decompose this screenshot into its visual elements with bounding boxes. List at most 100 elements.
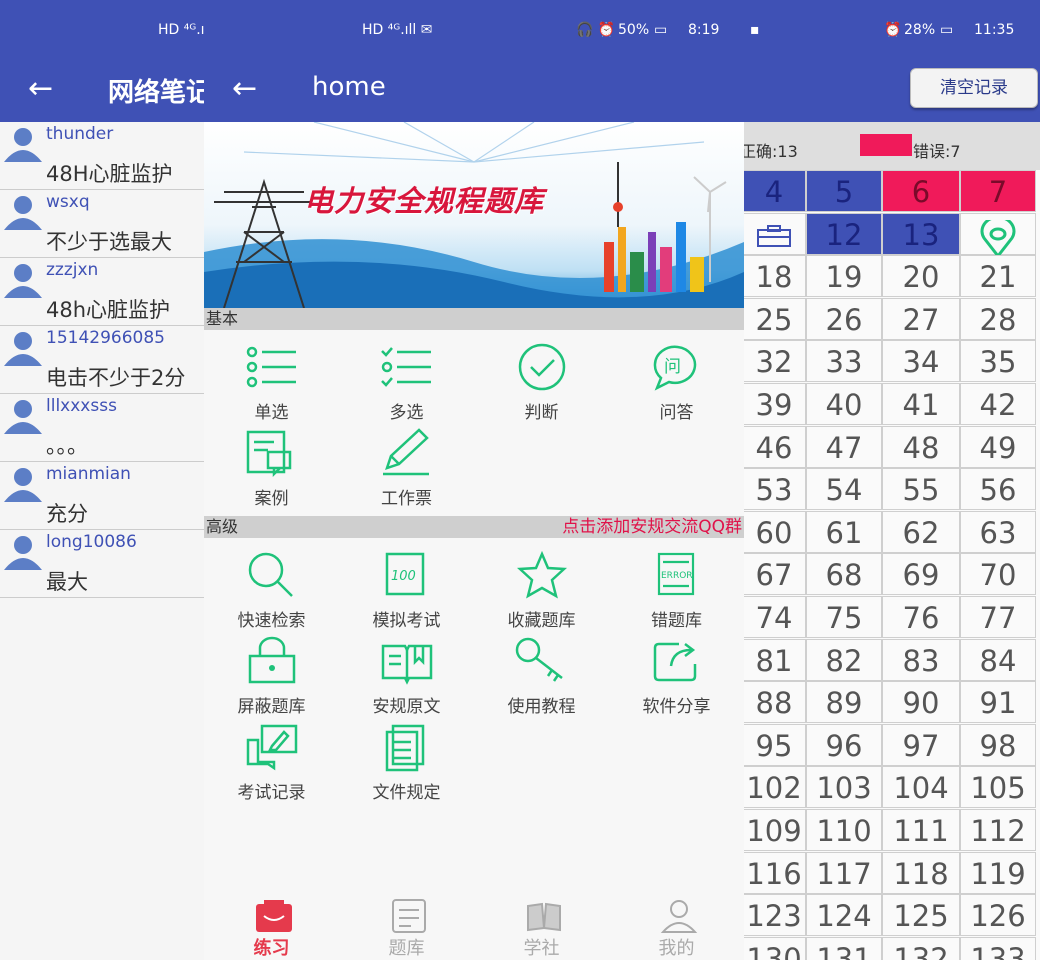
question-cell[interactable]: 75 <box>806 596 882 638</box>
list-item[interactable]: mianmian 充分 <box>0 462 204 530</box>
tile-tutorial[interactable]: 使用教程 <box>474 630 609 717</box>
tile-exam-records[interactable]: 考试记录 <box>204 716 339 803</box>
question-cell[interactable]: 125 <box>882 894 960 937</box>
list-item[interactable]: wsxq 不少于选最大 <box>0 190 204 258</box>
question-cell[interactable]: 133 <box>960 936 1036 960</box>
question-cell[interactable]: 119 <box>960 851 1036 894</box>
question-cell[interactable]: 105 <box>960 766 1036 809</box>
question-cell[interactable]: 97 <box>882 723 960 766</box>
question-cell[interactable]: 49 <box>960 425 1036 468</box>
question-cell[interactable]: 39 <box>744 383 806 425</box>
question-cell[interactable]: 19 <box>806 255 882 298</box>
back-arrow-icon[interactable]: ← <box>232 74 257 104</box>
list-item[interactable]: lllxxxsss 。。。 <box>0 394 204 462</box>
tile-quick-search[interactable]: 快速检索 <box>204 544 339 631</box>
list-item[interactable]: long10086 最大 <box>0 530 204 598</box>
question-cell[interactable]: 63 <box>960 510 1036 553</box>
tab-profile[interactable]: 我的 <box>609 890 744 960</box>
question-cell[interactable]: 62 <box>882 510 960 553</box>
question-cell[interactable]: 34 <box>882 340 960 383</box>
tile-regulations[interactable]: 文件规定 <box>339 716 474 803</box>
qq-group-link[interactable]: 点击添加安规交流QQ群 <box>562 516 742 538</box>
question-cell[interactable]: 74 <box>744 596 806 638</box>
question-cell[interactable]: 69 <box>882 553 960 596</box>
question-cell[interactable]: 123 <box>744 894 806 937</box>
question-cell[interactable]: 111 <box>882 809 960 851</box>
question-cell[interactable]: 56 <box>960 468 1036 511</box>
question-cell[interactable]: 83 <box>882 638 960 681</box>
tab-practice[interactable]: 练习 <box>204 890 339 960</box>
question-cell[interactable]: 68 <box>806 553 882 596</box>
question-cell[interactable]: 48 <box>882 425 960 468</box>
question-cell[interactable]: 4 <box>744 170 806 212</box>
question-cell[interactable]: 118 <box>882 851 960 894</box>
tab-community[interactable]: 学社 <box>474 890 609 960</box>
question-cell[interactable]: 84 <box>960 638 1036 681</box>
question-cell[interactable]: 126 <box>960 894 1036 937</box>
question-cell[interactable]: 20 <box>882 255 960 298</box>
question-cell[interactable]: 27 <box>882 297 960 340</box>
question-cell[interactable]: 130 <box>744 936 806 960</box>
question-cell[interactable]: 116 <box>744 851 806 894</box>
question-cell[interactable]: 5 <box>806 170 882 212</box>
question-cell[interactable]: 132 <box>882 936 960 960</box>
question-cell[interactable]: 91 <box>960 681 1036 724</box>
question-cell[interactable]: 13 <box>882 212 960 255</box>
question-cell[interactable]: 54 <box>806 468 882 511</box>
question-cell[interactable]: 53 <box>744 468 806 511</box>
question-cell[interactable]: 110 <box>806 809 882 851</box>
question-cell[interactable]: 109 <box>744 809 806 851</box>
question-cell[interactable]: 28 <box>960 297 1036 340</box>
question-cell[interactable]: 32 <box>744 340 806 383</box>
question-cell[interactable]: 81 <box>744 638 806 681</box>
list-item[interactable]: thunder 48H心脏监护 <box>0 122 204 190</box>
banner-image[interactable]: 电力安全规程题库 <box>204 122 744 308</box>
question-cell[interactable]: 103 <box>806 766 882 809</box>
tile-work-ticket[interactable]: 工作票 <box>339 422 474 509</box>
question-cell[interactable]: 96 <box>806 723 882 766</box>
list-item[interactable]: zzzjxn 48h心脏监护 <box>0 258 204 326</box>
tile-share[interactable]: 软件分享 <box>609 630 744 717</box>
question-cell[interactable]: 18 <box>744 255 806 298</box>
question-cell[interactable]: 41 <box>882 383 960 425</box>
question-cell[interactable]: 60 <box>744 510 806 553</box>
question-cell[interactable] <box>744 212 806 255</box>
clear-records-button[interactable]: 清空记录 <box>910 68 1038 108</box>
question-cell[interactable]: 33 <box>806 340 882 383</box>
question-cell[interactable]: 12 <box>806 212 882 255</box>
question-cell[interactable]: 124 <box>806 894 882 937</box>
question-cell[interactable]: 98 <box>960 723 1036 766</box>
tile-mock-exam[interactable]: 100 模拟考试 <box>339 544 474 631</box>
question-cell[interactable]: 112 <box>960 809 1036 851</box>
question-cell[interactable]: 21 <box>960 255 1036 298</box>
question-cell[interactable]: 55 <box>882 468 960 511</box>
question-cell[interactable]: 61 <box>806 510 882 553</box>
question-cell[interactable]: 70 <box>960 553 1036 596</box>
tile-case[interactable]: 案例 <box>204 422 339 509</box>
question-cell[interactable]: 26 <box>806 297 882 340</box>
question-cell[interactable]: 7 <box>960 170 1036 212</box>
question-cell[interactable]: 46 <box>744 425 806 468</box>
tile-true-false[interactable]: 判断 <box>474 336 609 423</box>
question-cell[interactable]: 77 <box>960 596 1036 638</box>
question-cell[interactable]: 102 <box>744 766 806 809</box>
question-cell[interactable]: 67 <box>744 553 806 596</box>
question-cell[interactable]: 40 <box>806 383 882 425</box>
tab-question-bank[interactable]: 题库 <box>339 890 474 960</box>
back-arrow-icon[interactable]: ← <box>28 74 53 104</box>
question-cell[interactable]: 42 <box>960 383 1036 425</box>
question-cell[interactable]: 35 <box>960 340 1036 383</box>
question-cell[interactable]: 131 <box>806 936 882 960</box>
question-cell[interactable]: 82 <box>806 638 882 681</box>
question-cell[interactable]: 90 <box>882 681 960 724</box>
question-cell[interactable]: 117 <box>806 851 882 894</box>
question-cell[interactable] <box>960 212 1036 259</box>
question-cell[interactable]: 95 <box>744 723 806 766</box>
question-cell[interactable]: 6 <box>882 170 960 212</box>
tile-favorites[interactable]: 收藏题库 <box>474 544 609 631</box>
tile-wrong-questions[interactable]: ERROR 错题库 <box>609 544 744 631</box>
question-cell[interactable]: 89 <box>806 681 882 724</box>
question-cell[interactable]: 76 <box>882 596 960 638</box>
tile-blocked[interactable]: 屏蔽题库 <box>204 630 339 717</box>
tile-multi-choice[interactable]: 多选 <box>339 336 474 423</box>
